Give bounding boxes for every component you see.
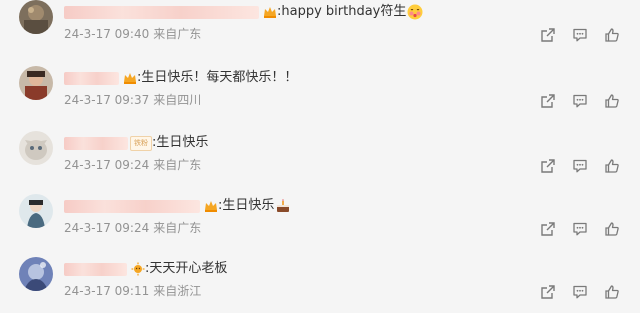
comment-location: 来自广东 — [153, 221, 202, 235]
like-icon[interactable] — [604, 284, 620, 300]
share-icon[interactable] — [540, 27, 556, 43]
comment-icon[interactable] — [572, 158, 588, 174]
comment-text: :生日快乐 — [218, 198, 275, 213]
comment-actions — [540, 27, 636, 43]
comment-location: 来自浙江 — [153, 284, 202, 298]
comment-icon[interactable] — [572, 221, 588, 237]
crown-badge-icon — [123, 71, 137, 85]
comment-location: 来自四川 — [153, 93, 202, 107]
like-icon[interactable] — [604, 27, 620, 43]
blushing-face-emoji — [407, 4, 423, 20]
cake-emoji — [275, 198, 291, 214]
avatar[interactable] — [19, 257, 53, 291]
avatar[interactable] — [19, 66, 53, 100]
comment-time: 24-3-17 09:11 — [64, 284, 150, 298]
username-redacted[interactable] — [64, 5, 259, 19]
comment-location: 来自广东 — [153, 27, 202, 41]
comment-text: :生日快乐！每天都快乐！！ — [137, 70, 298, 85]
fan-tag-badge: 铁粉 — [130, 135, 152, 151]
comment-item: :天天开心老板 24-3-17 09:11 来自浙江 — [0, 253, 640, 313]
comment-icon[interactable] — [572, 93, 588, 109]
comment-item: :生日快乐 24-3-17 09:24 来自广东 — [0, 190, 640, 250]
comment-list: :happy birthday符生 24-3-17 09:40 来自广东 :生日快… — [0, 0, 640, 299]
comment-text: :天天开心老板 — [145, 261, 228, 276]
comment-item: :happy birthday符生 24-3-17 09:40 来自广东 — [0, 0, 640, 56]
comment-time: 24-3-17 09:37 — [64, 93, 150, 107]
username-redacted[interactable] — [64, 199, 200, 213]
comment-icon[interactable] — [572, 284, 588, 300]
like-icon[interactable] — [604, 93, 620, 109]
comment-actions — [540, 93, 636, 109]
share-icon[interactable] — [540, 158, 556, 174]
like-icon[interactable] — [604, 221, 620, 237]
share-icon[interactable] — [540, 284, 556, 300]
avatar[interactable] — [19, 0, 53, 34]
comment-text: :happy birthday符生 — [277, 4, 407, 19]
sun-badge-icon — [131, 262, 145, 276]
comment-time: 24-3-17 09:40 — [64, 27, 150, 41]
comment-text: :生日快乐 — [152, 135, 209, 150]
avatar[interactable] — [19, 131, 53, 165]
share-icon[interactable] — [540, 93, 556, 109]
username-redacted[interactable] — [64, 136, 128, 150]
comment-item: :生日快乐！每天都快乐！！ 24-3-17 09:37 来自四川 — [0, 62, 640, 122]
comment-actions — [540, 284, 636, 300]
crown-badge-icon — [263, 5, 277, 19]
comment-time: 24-3-17 09:24 — [64, 221, 150, 235]
comment-actions — [540, 158, 636, 174]
comment-actions — [540, 221, 636, 237]
like-icon[interactable] — [604, 158, 620, 174]
comment-time: 24-3-17 09:24 — [64, 158, 150, 172]
crown-badge-icon — [204, 199, 218, 213]
comment-icon[interactable] — [572, 27, 588, 43]
avatar[interactable] — [19, 194, 53, 228]
username-redacted[interactable] — [64, 71, 119, 85]
comment-location: 来自广东 — [153, 158, 202, 172]
share-icon[interactable] — [540, 221, 556, 237]
username-redacted[interactable] — [64, 262, 127, 276]
comment-item: 铁粉 :生日快乐 24-3-17 09:24 来自广东 — [0, 127, 640, 187]
